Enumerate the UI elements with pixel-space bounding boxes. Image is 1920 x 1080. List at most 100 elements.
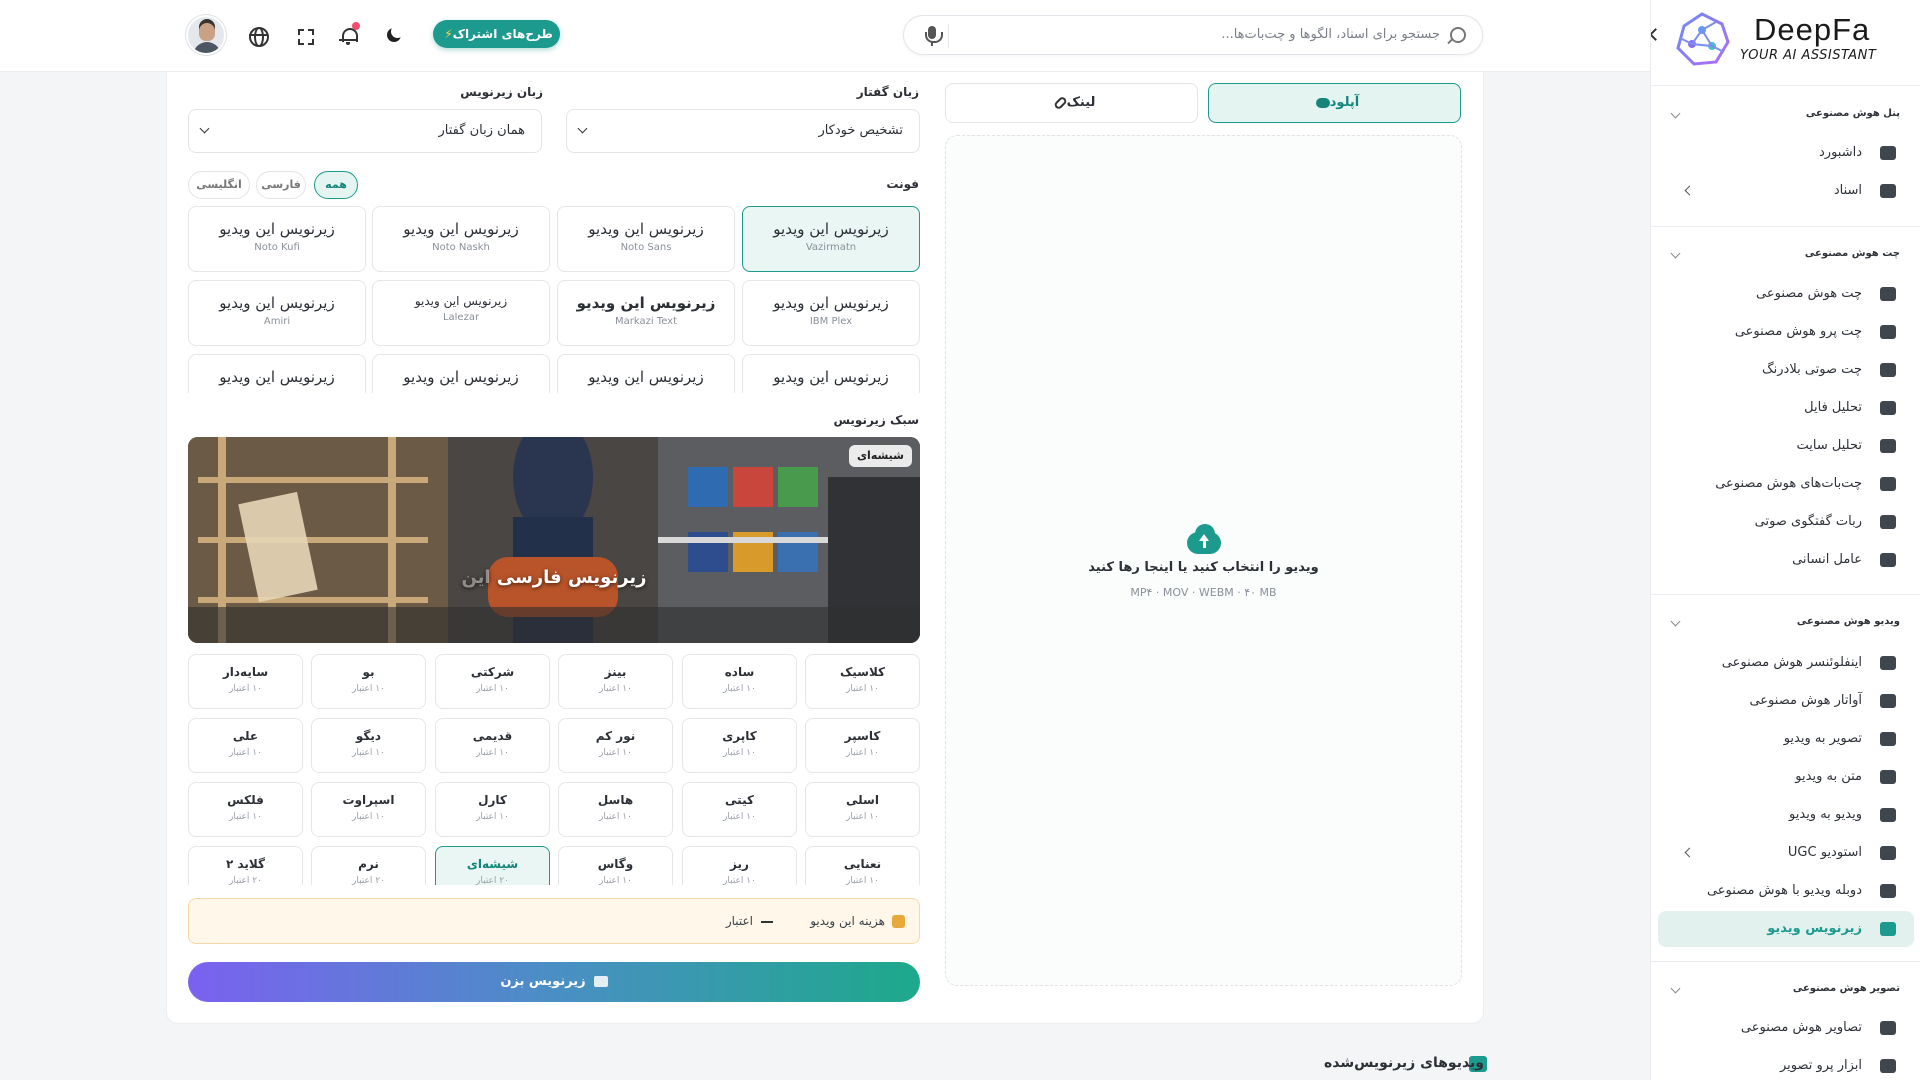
- lightning-icon: ⚡: [444, 27, 453, 41]
- font-option[interactable]: زیرنویس این ویدیو Markazi Text: [557, 280, 735, 346]
- font-option[interactable]: زیرنویس این ویدیو IBM Plex: [742, 280, 920, 346]
- style-option[interactable]: اسلی ۱۰ اعتبار: [805, 782, 920, 837]
- font-option[interactable]: زیرنویس این ویدیو: [188, 354, 366, 393]
- user-avatar[interactable]: [186, 15, 226, 55]
- sidebar-item-label: چت‌بات‌های هوش مصنوعی: [1715, 476, 1862, 491]
- tab-link[interactable]: لینک: [945, 83, 1198, 123]
- language-globe-icon[interactable]: [245, 20, 271, 50]
- notifications-bell-icon[interactable]: [336, 20, 362, 50]
- sidebar-item[interactable]: چت صوتی بلادرنگ: [1658, 352, 1914, 388]
- style-option[interactable]: فلکس ۱۰ اعتبار: [188, 782, 303, 837]
- sidebar-item[interactable]: تحلیل سایت: [1658, 428, 1914, 464]
- sidebar-section-header[interactable]: پنل هوش مصنوعی: [1670, 108, 1900, 119]
- sidebar-section-header[interactable]: چت هوش مصنوعی: [1670, 248, 1900, 259]
- brand-logo[interactable]: DeepFa YOUR AI ASSISTANT: [1670, 8, 1900, 72]
- style-option[interactable]: کیتی ۱۰ اعتبار: [682, 782, 797, 837]
- sidebar-item[interactable]: دوبله ویدیو با هوش مصنوعی: [1658, 873, 1914, 909]
- sidebar-collapse-icon[interactable]: [1651, 28, 1662, 42]
- font-option[interactable]: زیرنویس این ویدیو: [372, 354, 550, 393]
- sidebar-item[interactable]: استودیو UGC: [1658, 835, 1914, 871]
- style-option[interactable]: شرکتی ۱۰ اعتبار: [435, 654, 550, 709]
- search-input[interactable]: جستجو برای اسناد، الگوها و چت‌بات‌ها...: [1221, 27, 1440, 42]
- subtitle-language-select[interactable]: همان زبان گفتار: [188, 109, 542, 153]
- font-option[interactable]: زیرنویس این ویدیو Noto Naskh: [372, 206, 550, 272]
- sidebar-item[interactable]: اینفلوئنسر هوش مصنوعی: [1658, 645, 1914, 681]
- sidebar-item[interactable]: تحلیل فایل: [1658, 390, 1914, 426]
- style-option[interactable]: کاسپر ۱۰ اعتبار: [805, 718, 920, 773]
- speech-language-label: زبان گفتار: [856, 85, 919, 99]
- style-option[interactable]: کلاسیک ۱۰ اعتبار: [805, 654, 920, 709]
- style-option[interactable]: قدیمی ۱۰ اعتبار: [435, 718, 550, 773]
- sidebar-item[interactable]: تصویر به ویدیو: [1658, 721, 1914, 757]
- style-option[interactable]: بو ۱۰ اعتبار: [311, 654, 426, 709]
- style-option[interactable]: کارل ۱۰ اعتبار: [435, 782, 550, 837]
- style-option[interactable]: ساده ۱۰ اعتبار: [682, 654, 797, 709]
- font-option[interactable]: زیرنویس این ویدیو Lalezar: [372, 280, 550, 346]
- style-option[interactable]: ریز ۱۰ اعتبار: [682, 846, 797, 885]
- sidebar-section-header[interactable]: تصویر هوش مصنوعی: [1670, 983, 1900, 994]
- style-option[interactable]: نور کم ۱۰ اعتبار: [558, 718, 673, 773]
- bot-icon: [1880, 477, 1896, 491]
- style-name: کلاسیک: [839, 665, 886, 679]
- sidebar-item-label: دوبله ویدیو با هوش مصنوعی: [1706, 883, 1862, 898]
- font-option[interactable]: زیرنویس این ویدیو Amiri: [188, 280, 366, 346]
- style-name: سایه‌دار: [222, 665, 269, 679]
- style-option[interactable]: نرم ۲۰ اعتبار: [311, 846, 426, 885]
- style-option[interactable]: شیشه‌ای ۲۰ اعتبار: [435, 846, 550, 885]
- style-option[interactable]: گلاید ۲ ۲۰ اعتبار: [188, 846, 303, 885]
- style-option[interactable]: سایه‌دار ۱۰ اعتبار: [188, 654, 303, 709]
- sidebar-item[interactable]: ویدیو به ویدیو: [1658, 797, 1914, 833]
- style-option[interactable]: علی ۱۰ اعتبار: [188, 718, 303, 773]
- sidebar-item[interactable]: اسناد: [1658, 173, 1914, 209]
- font-option[interactable]: زیرنویس این ویدیو Noto Kufi: [188, 206, 366, 272]
- sidebar-item[interactable]: زیرنویس ویدیو: [1658, 911, 1914, 947]
- video-dropzone[interactable]: ویدیو را انتخاب کنید یا اینجا رها کنید M…: [945, 135, 1462, 986]
- sidebar-item[interactable]: داشبورد: [1658, 135, 1914, 171]
- sidebar-item-label: تصاویر هوش مصنوعی: [1740, 1020, 1862, 1035]
- subtitle-style-preview: شیشه‌ای زیرنویس فارسی این: [188, 437, 920, 643]
- font-filter-persian[interactable]: فارسی: [256, 171, 306, 199]
- fullscreen-icon[interactable]: [293, 20, 319, 50]
- microphone-icon[interactable]: [922, 26, 943, 46]
- sidebar-item[interactable]: عامل انسانی: [1658, 542, 1914, 578]
- sidebar-item[interactable]: چت‌بات‌های هوش مصنوعی: [1658, 466, 1914, 502]
- style-name: گلاید ۲: [225, 857, 266, 871]
- font-option[interactable]: زیرنویس این ویدیو: [557, 354, 735, 393]
- font-option[interactable]: زیرنویس این ویدیو: [742, 354, 920, 393]
- style-option[interactable]: هاسل ۱۰ اعتبار: [558, 782, 673, 837]
- font-option[interactable]: زیرنویس این ویدیو Vazirmatn: [742, 206, 920, 272]
- sidebar-item[interactable]: چت پرو هوش مصنوعی: [1658, 314, 1914, 350]
- style-name-badge: شیشه‌ای: [848, 445, 912, 467]
- tab-upload[interactable]: آپلود: [1208, 83, 1461, 123]
- search-bar[interactable]: جستجو برای اسناد، الگوها و چت‌بات‌ها...: [903, 15, 1483, 55]
- style-option[interactable]: وگاس ۱۰ اعتبار: [558, 846, 673, 885]
- style-option[interactable]: بینز ۱۰ اعتبار: [558, 654, 673, 709]
- sidebar-item[interactable]: چت هوش مصنوعی: [1658, 276, 1914, 312]
- sidebar-item[interactable]: تصاویر هوش مصنوعی: [1658, 1010, 1914, 1046]
- generate-subtitles-button[interactable]: زیرنویس بزن: [188, 962, 920, 1002]
- sidebar-section-header[interactable]: ویدیو هوش مصنوعی: [1670, 616, 1900, 627]
- brand-name: DeepFa: [1754, 12, 1871, 47]
- style-name: ریز: [730, 857, 749, 871]
- style-cost: ۱۰ اعتبار: [723, 812, 756, 822]
- style-option[interactable]: کاپری ۱۰ اعتبار: [682, 718, 797, 773]
- voice-bot-icon: [1880, 515, 1896, 529]
- sidebar-item[interactable]: آواتار هوش مصنوعی: [1658, 683, 1914, 719]
- sidebar-item[interactable]: ابزار پرو تصویر: [1658, 1048, 1914, 1080]
- speech-language-select[interactable]: تشخیص خودکار: [566, 109, 920, 153]
- style-name: بینز: [604, 665, 627, 679]
- sidebar-item[interactable]: ربات گفتگوی صوتی: [1658, 504, 1914, 540]
- font-filter-all[interactable]: همه: [314, 171, 358, 199]
- style-option[interactable]: دیگو ۱۰ اعتبار: [311, 718, 426, 773]
- font-sample-text: زیرنویس این ویدیو: [588, 368, 704, 386]
- font-filter-english[interactable]: انگلیسی: [188, 171, 250, 199]
- preview-scene-image: [188, 437, 920, 643]
- subscription-plans-button[interactable]: ⚡طرح‌های اشتراک: [433, 20, 560, 48]
- style-name: اسلی: [846, 793, 879, 807]
- style-name: بو: [362, 665, 375, 679]
- style-option[interactable]: نعنایی ۱۰ اعتبار: [805, 846, 920, 885]
- sidebar-item[interactable]: متن به ویدیو: [1658, 759, 1914, 795]
- dark-mode-moon-icon[interactable]: [381, 20, 407, 50]
- style-option[interactable]: اسپراوت ۱۰ اعتبار: [311, 782, 426, 837]
- font-option[interactable]: زیرنویس این ویدیو Noto Sans: [557, 206, 735, 272]
